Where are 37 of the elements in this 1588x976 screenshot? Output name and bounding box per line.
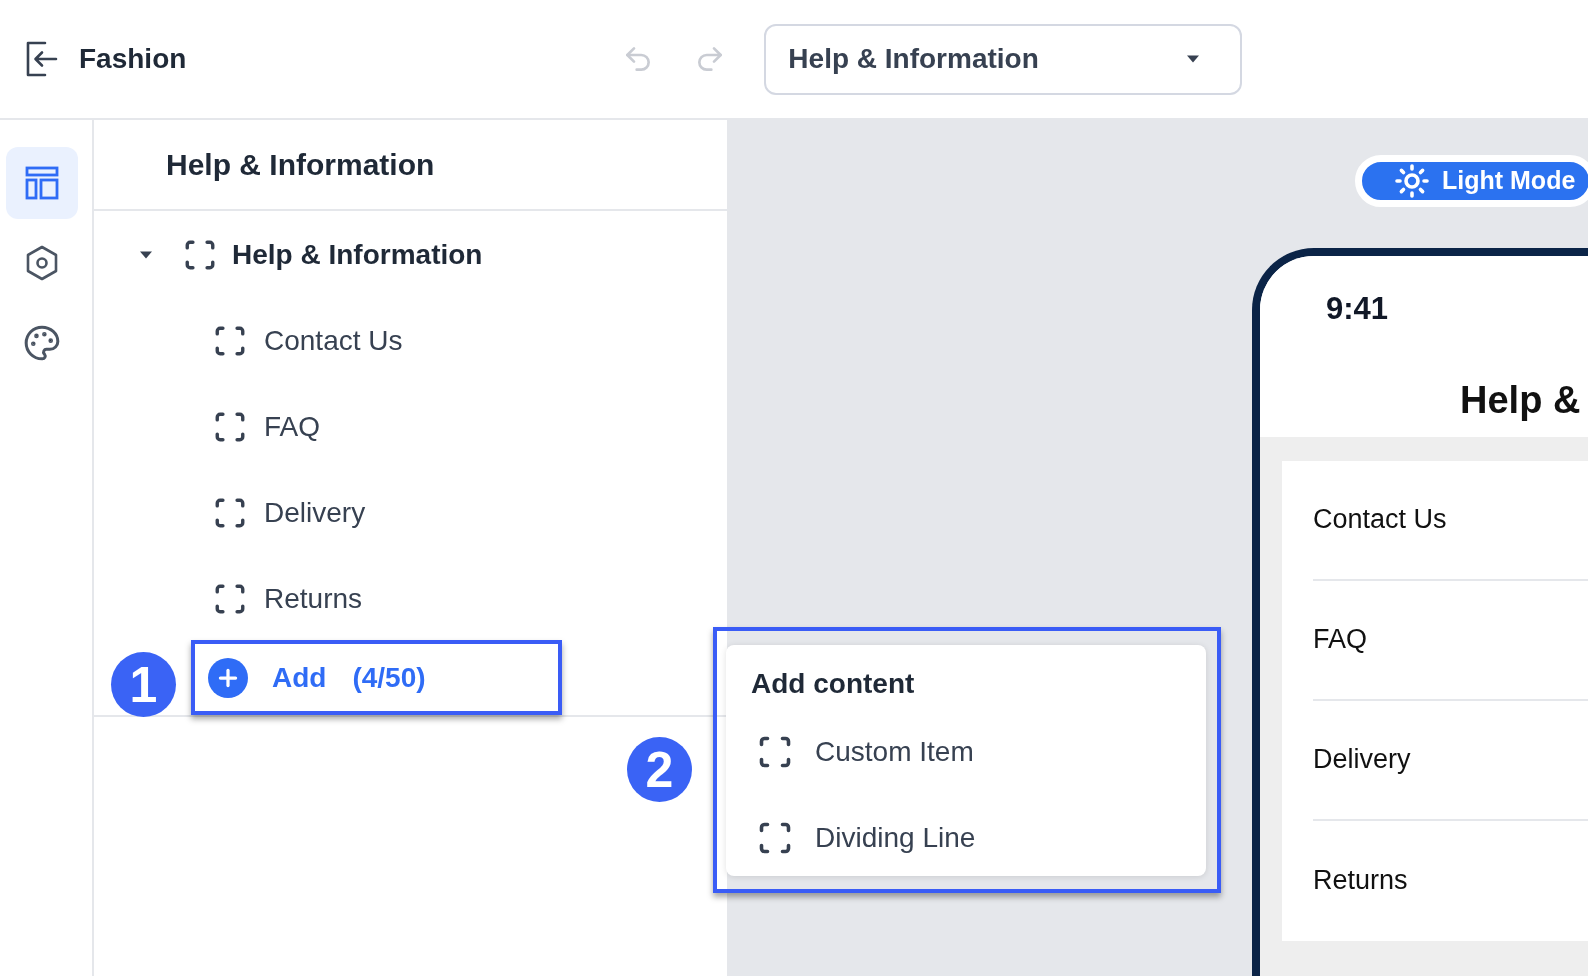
menu-item[interactable]: Dividing Line xyxy=(815,817,976,859)
item-count: (4/50) xyxy=(352,660,426,695)
frame-icon xyxy=(213,582,247,616)
sidebar-tab[interactable] xyxy=(6,147,78,219)
add-button[interactable]: Add (4/50) xyxy=(208,656,426,699)
tree-item[interactable]: FAQ xyxy=(264,406,320,448)
palette-icon xyxy=(23,324,61,362)
tree-item[interactable]: Contact Us xyxy=(264,320,403,362)
tree-item[interactable]: Help & Information xyxy=(232,234,483,276)
tree-item[interactable]: Returns xyxy=(264,578,363,620)
step-marker: 1 xyxy=(111,652,176,717)
step-marker: 2 xyxy=(627,737,692,802)
frame-icon xyxy=(757,820,793,856)
settings-icon xyxy=(25,245,59,281)
add-label: Add xyxy=(272,660,327,695)
frame-icon xyxy=(183,238,217,272)
frame-icon xyxy=(213,496,247,530)
exit-icon[interactable] xyxy=(25,41,59,77)
app-title: Fashion xyxy=(79,42,187,76)
frame-icon xyxy=(213,324,247,358)
screen-title: Help & xyxy=(1460,378,1581,423)
panel-title: Help & Information xyxy=(166,147,435,183)
menu-title: Add content xyxy=(751,667,915,701)
list-item[interactable]: Delivery xyxy=(1313,739,1411,780)
sun-icon xyxy=(1394,162,1430,199)
list-item[interactable]: Returns xyxy=(1313,860,1408,901)
light-mode-button[interactable]: Light Mode xyxy=(1355,155,1588,207)
frame-icon xyxy=(213,410,247,444)
list-item[interactable]: Contact Us xyxy=(1313,499,1447,540)
page-select[interactable]: Help & Information xyxy=(764,23,1243,95)
plus-icon xyxy=(208,657,248,698)
frame-icon xyxy=(757,734,793,770)
tree-item[interactable]: Delivery xyxy=(264,492,366,534)
status-time: 9:41 xyxy=(1326,289,1389,328)
menu-item[interactable]: Custom Item xyxy=(815,731,974,773)
list-item[interactable]: FAQ xyxy=(1313,619,1367,660)
layout-icon xyxy=(25,166,59,200)
